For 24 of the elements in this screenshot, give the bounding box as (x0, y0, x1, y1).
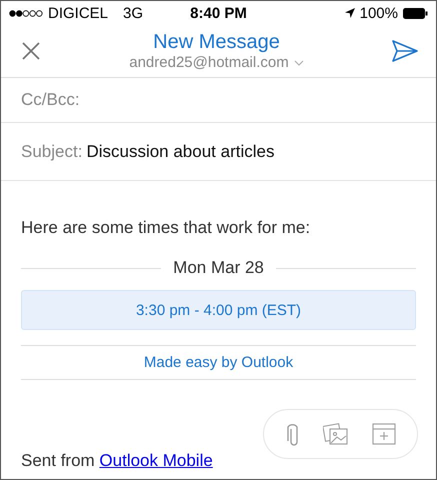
carrier: DIGICEL (48, 4, 108, 22)
network-type: 3G (123, 4, 144, 22)
date-heading: Mon Mar 28 (173, 258, 264, 278)
subject-field[interactable]: Discussion about articles (86, 142, 274, 162)
time-slot-button[interactable]: 3:30 pm - 4:00 pm (EST) (21, 290, 416, 330)
send-icon[interactable] (392, 40, 418, 62)
body-text: Here are some times that work for me: (21, 218, 312, 238)
battery-icon (403, 8, 428, 18)
outlook-mobile-link[interactable]: Outlook Mobile (99, 451, 213, 470)
subject-label: Subject: (21, 142, 82, 162)
photos-icon[interactable] (322, 422, 348, 446)
made-easy-link[interactable]: Made easy by Outlook (144, 354, 294, 371)
signature-text: Sent from Outlook Mobile (21, 451, 213, 471)
paperclip-icon[interactable] (286, 421, 300, 447)
cc-bcc-field[interactable]: Cc/Bcc: (21, 90, 80, 110)
window-title: New Message (153, 31, 280, 54)
clock: 8:40 PM (190, 4, 247, 22)
close-icon[interactable] (21, 41, 41, 61)
battery-percent: 100% (360, 4, 398, 22)
account-selector[interactable]: andred25@hotmail.com (129, 54, 304, 71)
calendar-add-icon[interactable] (372, 422, 396, 446)
signal-icon (9, 10, 43, 16)
chevron-down-icon (294, 60, 304, 66)
location-arrow-icon (344, 8, 355, 18)
